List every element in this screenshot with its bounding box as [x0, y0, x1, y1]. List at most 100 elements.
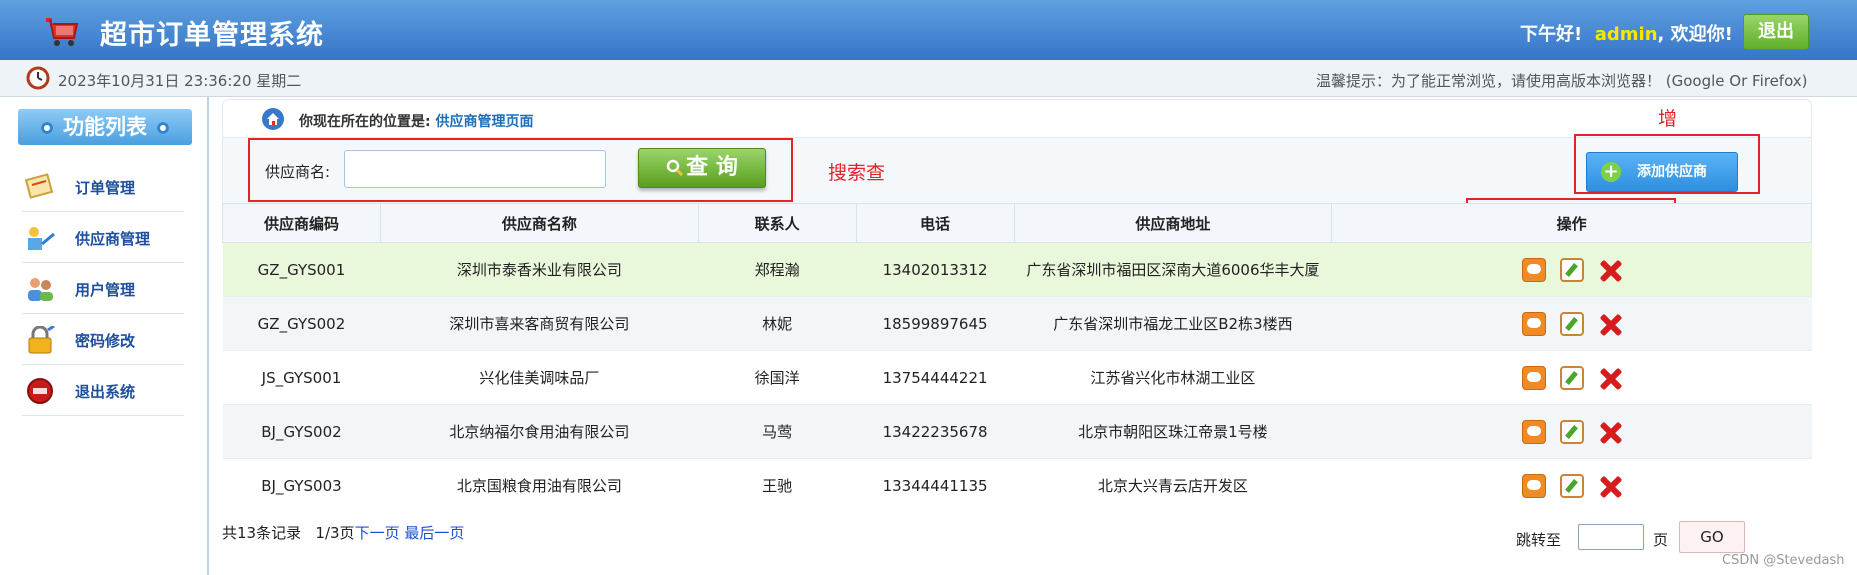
supplier-table: 供应商编码 供应商名称 联系人 电话 供应商地址 操作 GZ_GYS001 深圳… — [222, 203, 1812, 512]
watermark: CSDN @Stevedash — [1722, 553, 1845, 568]
view-icon[interactable] — [1521, 419, 1546, 444]
phone: 13754444221 — [856, 350, 1015, 405]
sidebar-item-label: 退出系统 — [75, 383, 136, 401]
clock-icon — [26, 66, 50, 90]
table-header-row: 供应商编码 供应商名称 联系人 电话 供应商地址 操作 — [222, 203, 1812, 243]
annotation-add: 增 — [1658, 108, 1678, 130]
column-header: 电话 — [855, 203, 1015, 243]
jump-page-input[interactable] — [1578, 524, 1644, 550]
edit-icon[interactable] — [1559, 419, 1584, 444]
page-unit-label: 页 — [1653, 531, 1669, 549]
username: admin — [1594, 24, 1658, 45]
delete-icon[interactable] — [1598, 474, 1622, 498]
contact: 王驰 — [698, 458, 857, 512]
next-page-link[interactable]: 下一页 — [355, 524, 400, 542]
supplier-name: 兴化佳美调味品厂 — [380, 350, 699, 405]
page-indicator: 1/3页 — [315, 524, 355, 542]
table-row: GZ_GYS002 深圳市喜来客商贸有限公司 林妮 18599897645 广东… — [222, 296, 1812, 351]
delete-icon[interactable] — [1598, 420, 1622, 444]
supplier-code: GZ_GYS002 — [222, 296, 381, 351]
delete-icon[interactable] — [1598, 258, 1622, 282]
supplier-code: BJ_GYS003 — [222, 458, 381, 512]
sidebar-item-suppliers[interactable]: 供应商管理 — [22, 212, 184, 263]
total-records: 共13条记录 — [222, 524, 302, 542]
edit-icon[interactable] — [1559, 365, 1584, 390]
view-icon[interactable] — [1521, 473, 1546, 498]
breadcrumb: 你现在所在的位置是: 供应商管理页面 — [222, 99, 1812, 139]
contact: 马莺 — [698, 404, 857, 459]
sidebar-item-label: 供应商管理 — [75, 230, 151, 248]
sidebar-item-password[interactable]: 密码修改 — [22, 314, 184, 365]
sidebar-item-label: 订单管理 — [75, 179, 136, 197]
column-header: 供应商名称 — [379, 203, 699, 243]
app-header: 超市订单管理系统 下午好! admin, 欢迎你! 退出 — [0, 0, 1857, 60]
phone: 18599897645 — [856, 296, 1015, 351]
sidebar-item-label: 用户管理 — [75, 281, 136, 299]
supplier-name: 深圳市喜来客商贸有限公司 — [380, 296, 699, 351]
dot-icon — [41, 122, 53, 134]
sidebar-title-text: 功能列表 — [63, 115, 147, 139]
jump-label: 跳转至 — [1516, 531, 1562, 549]
breadcrumb-current[interactable]: 供应商管理页面 — [435, 114, 533, 130]
logout-button[interactable]: 退出 — [1743, 14, 1809, 50]
view-icon[interactable] — [1521, 311, 1546, 336]
delete-icon[interactable] — [1598, 366, 1622, 390]
phone: 13422235678 — [856, 404, 1015, 459]
sidebar-title: 功能列表 — [18, 109, 192, 145]
address: 北京大兴青云店开发区 — [1014, 458, 1332, 512]
annotation-box-add — [1574, 134, 1760, 194]
address: 广东省深圳市福龙工业区B2栋3楼西 — [1014, 296, 1332, 351]
phone: 13402013312 — [856, 242, 1015, 297]
column-header: 供应商地址 — [1013, 203, 1333, 243]
exit-icon — [27, 378, 53, 404]
delete-icon[interactable] — [1598, 312, 1622, 336]
current-datetime: 2023年10月31日 23:36:20 星期二 — [58, 72, 302, 90]
edit-icon[interactable] — [1559, 473, 1584, 498]
operations — [1331, 242, 1812, 297]
lock-icon — [28, 326, 55, 354]
supplier-code: GZ_GYS001 — [222, 242, 381, 297]
address: 广东省深圳市福田区深南大道6006华丰大厦 — [1014, 242, 1332, 297]
go-button[interactable]: GO — [1679, 521, 1745, 553]
sidebar: 功能列表 订单管理 供应商管理 用户管理 密码修改 退出系统 — [0, 97, 209, 575]
column-header: 供应商编码 — [222, 203, 381, 243]
operations — [1331, 404, 1812, 459]
sidebar-item-label: 密码修改 — [75, 332, 136, 350]
contact: 徐国洋 — [698, 350, 857, 405]
sidebar-item-users[interactable]: 用户管理 — [22, 263, 184, 314]
address: 江苏省兴化市林湖工业区 — [1014, 350, 1332, 405]
edit-icon[interactable] — [1559, 311, 1584, 336]
operations — [1331, 350, 1812, 405]
column-header: 操作 — [1331, 203, 1812, 243]
supplier-icon — [28, 227, 55, 250]
table-row: JS_GYS001 兴化佳美调味品厂 徐国洋 13754444221 江苏省兴化… — [222, 350, 1812, 405]
view-icon[interactable] — [1521, 365, 1546, 390]
users-icon — [28, 278, 53, 301]
operations — [1331, 296, 1812, 351]
home-icon — [262, 108, 284, 130]
breadcrumb-prefix: 你现在所在的位置是: — [299, 114, 436, 130]
table-row: BJ_GYS003 北京国粮食用油有限公司 王驰 13344441135 北京大… — [222, 458, 1812, 512]
address: 北京市朝阳区珠江帝景1号楼 — [1014, 404, 1332, 459]
edit-icon[interactable] — [1559, 257, 1584, 282]
view-icon[interactable] — [1521, 257, 1546, 282]
annotation-box-search — [248, 138, 793, 202]
supplier-name: 北京纳福尔食用油有限公司 — [380, 404, 699, 459]
sidebar-item-orders[interactable]: 订单管理 — [22, 161, 184, 212]
supplier-code: JS_GYS001 — [222, 350, 381, 405]
greeting: 下午好! admin, 欢迎你! — [1520, 20, 1733, 46]
app-title: 超市订单管理系统 — [100, 20, 324, 51]
contact: 林妮 — [698, 296, 857, 351]
pagination: 共13条记录 1/3页下一页 最后一页 — [222, 522, 464, 543]
greeting-prefix: 下午好! — [1520, 24, 1583, 45]
table-row: GZ_GYS001 深圳市泰香米业有限公司 郑程瀚 13402013312 广东… — [222, 242, 1812, 297]
contact: 郑程瀚 — [698, 242, 857, 297]
breadcrumb-text: 你现在所在的位置是: 供应商管理页面 — [299, 111, 533, 131]
phone: 13344441135 — [856, 458, 1015, 512]
column-header: 联系人 — [697, 203, 857, 243]
sidebar-item-exit[interactable]: 退出系统 — [22, 365, 184, 416]
operations — [1331, 458, 1812, 512]
last-page-link[interactable]: 最后一页 — [404, 524, 464, 542]
annotation-search: 搜索查 — [828, 162, 886, 184]
table-row: BJ_GYS002 北京纳福尔食用油有限公司 马莺 13422235678 北京… — [222, 404, 1812, 459]
